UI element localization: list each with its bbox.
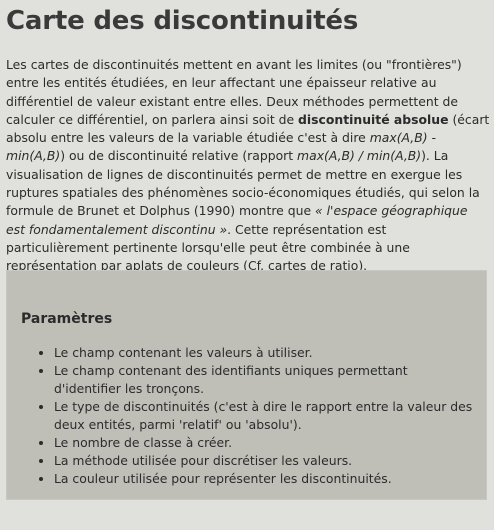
parameter-item: Le type de discontinuités (c'est à dire … xyxy=(54,398,474,434)
parameters-panel: Paramètres Le champ contenant les valeur… xyxy=(6,270,487,500)
parameters-list: Le champ contenant les valeurs à utilise… xyxy=(35,344,474,488)
parameter-item: La méthode utilisée pour discrétiser les… xyxy=(54,452,474,470)
intro-paragraph: Les cartes de discontinuités mettent en … xyxy=(6,56,490,276)
intro-bold-term: discontinuité absolue xyxy=(298,111,449,127)
intro-formula-relative: max(A,B) / min(A,B) xyxy=(297,148,422,164)
parameter-item: Le champ contenant des identifiants uniq… xyxy=(54,362,474,398)
parameter-item: Le champ contenant les valeurs à utilise… xyxy=(54,344,474,362)
page-title: Carte des discontinuités xyxy=(6,6,359,36)
parameter-item: La couleur utilisée pour représenter les… xyxy=(54,470,474,488)
parameter-item: Le nombre de classe à créer. xyxy=(54,434,474,452)
intro-text: ) ou de discontinuité relative (rapport xyxy=(60,148,298,164)
parameters-title: Paramètres xyxy=(21,311,113,327)
